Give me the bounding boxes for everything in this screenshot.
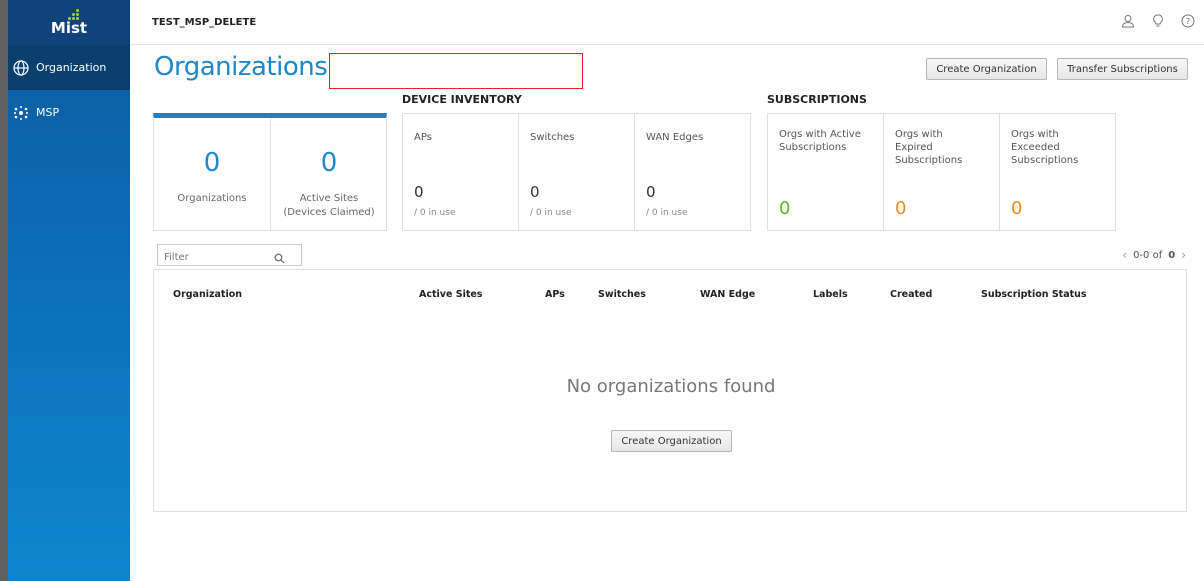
card-value: 0: [530, 183, 540, 201]
card-subtext: / 0 in use: [414, 208, 456, 218]
column-header-labels[interactable]: Labels: [813, 289, 848, 300]
user-icon[interactable]: [1120, 13, 1136, 29]
organizations-count[interactable]: 0: [154, 148, 270, 178]
topbar: TEST_MSP_DELETE ?: [130, 0, 1204, 45]
organizations-label: Organizations: [177, 193, 247, 204]
filter-input[interactable]: [158, 247, 268, 268]
empty-state-message: No organizations found: [566, 376, 776, 397]
subscriptions-exceeded-card[interactable]: Orgs with Exceeded Subscriptions 0: [999, 113, 1116, 231]
prev-page-icon[interactable]: ‹: [1122, 248, 1127, 262]
pagination-range: 0-0 of: [1133, 249, 1163, 261]
column-header-switches[interactable]: Switches: [598, 289, 646, 300]
card-label: Orgs with Exceeded Subscriptions: [1011, 129, 1079, 166]
globe-icon: [12, 59, 30, 77]
card-value: 0: [414, 183, 424, 201]
empty-create-organization-button[interactable]: Create Organization: [611, 430, 732, 452]
card-value: 0: [779, 198, 791, 219]
subscriptions-heading: SUBSCRIPTIONS: [767, 93, 867, 106]
sidebar-item-label: Organization: [36, 61, 107, 74]
device-inventory-heading: DEVICE INVENTORY: [402, 93, 522, 106]
sidebar-item-msp[interactable]: MSP: [8, 90, 130, 135]
card-value: 0: [646, 183, 656, 201]
help-icon[interactable]: ?: [1180, 13, 1196, 29]
column-header-aps[interactable]: APs: [545, 289, 565, 300]
subscriptions-active-card[interactable]: Orgs with Active Subscriptions 0: [767, 113, 884, 231]
card-value: 0: [895, 198, 907, 219]
inventory-wan-edges-card[interactable]: WAN Edges 0 / 0 in use: [634, 113, 751, 231]
sidebar: Mist Organization MSP: [8, 0, 130, 581]
lightbulb-icon[interactable]: [1150, 13, 1166, 29]
logo-text: Mist: [50, 18, 88, 37]
active-sites-label: Active Sites (Devices Claimed): [283, 193, 375, 218]
search-icon[interactable]: [274, 249, 285, 268]
card-label: Orgs with Expired Subscriptions: [895, 129, 963, 166]
inventory-switches-card[interactable]: Switches 0 / 0 in use: [518, 113, 635, 231]
page-title: Organizations: [154, 52, 328, 82]
msp-dots-icon: [12, 104, 30, 122]
active-sites-count[interactable]: 0: [271, 148, 387, 178]
org-stats-card: 0 Organizations 0 Active Sites (Devices …: [153, 113, 387, 231]
sidebar-item-label: MSP: [36, 106, 60, 119]
column-header-organization[interactable]: Organization: [173, 289, 242, 300]
card-value: 0: [1011, 198, 1023, 219]
logo-dots-icon: [63, 8, 81, 21]
card-label: Orgs with Active Subscriptions: [779, 129, 861, 153]
filter-field: [157, 244, 302, 268]
create-organization-button[interactable]: Create Organization: [926, 58, 1047, 80]
column-header-active-sites[interactable]: Active Sites: [419, 289, 482, 300]
card-label: APs: [414, 132, 432, 143]
column-header-created[interactable]: Created: [890, 289, 932, 300]
logo-bar[interactable]: Mist: [8, 0, 130, 45]
window-edge: [0, 0, 8, 581]
topbar-icons: ?: [1120, 13, 1196, 29]
transfer-subscriptions-button[interactable]: Transfer Subscriptions: [1057, 58, 1188, 80]
sidebar-item-organization[interactable]: Organization: [8, 45, 130, 90]
pagination: ‹ 0-0 of 0 ›: [1122, 248, 1186, 262]
mist-logo: Mist: [50, 8, 88, 37]
highlight-annotation-box: [329, 53, 583, 89]
organizations-table: Organization Active Sites APs Switches W…: [153, 269, 1187, 512]
column-header-subscription-status[interactable]: Subscription Status: [981, 289, 1087, 300]
svg-text:?: ?: [1186, 17, 1190, 26]
msp-name[interactable]: TEST_MSP_DELETE: [152, 17, 256, 28]
subscriptions-expired-card[interactable]: Orgs with Expired Subscriptions 0: [883, 113, 1000, 231]
card-label: Switches: [530, 132, 575, 143]
next-page-icon[interactable]: ›: [1181, 248, 1186, 262]
column-header-wan-edge[interactable]: WAN Edge: [700, 289, 755, 300]
pagination-total: 0: [1168, 249, 1176, 261]
card-subtext: / 0 in use: [646, 208, 688, 218]
card-subtext: / 0 in use: [530, 208, 572, 218]
card-label: WAN Edges: [646, 132, 704, 143]
inventory-aps-card[interactable]: APs 0 / 0 in use: [402, 113, 519, 231]
